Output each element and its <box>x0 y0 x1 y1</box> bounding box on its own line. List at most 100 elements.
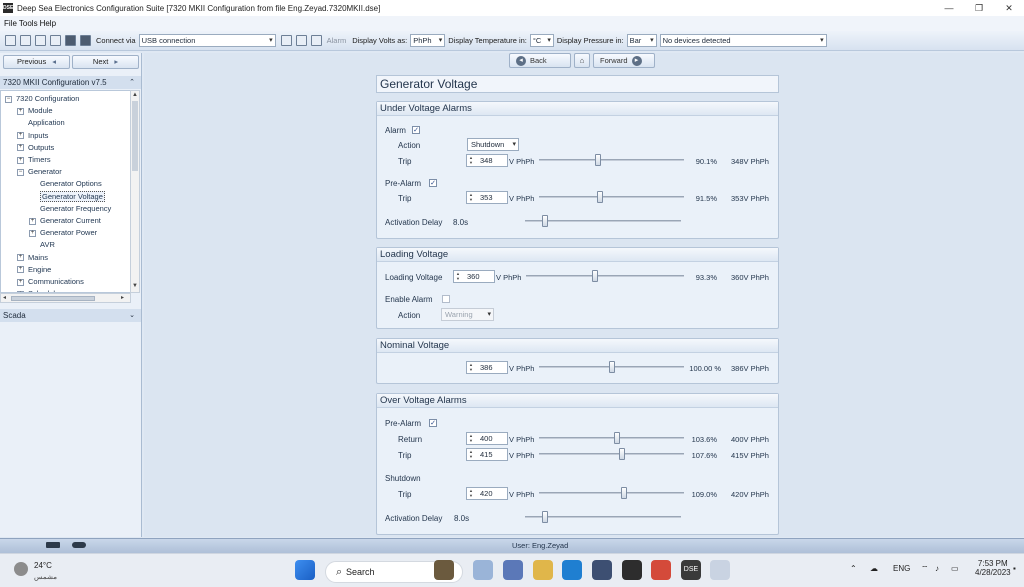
windows-start-icon[interactable] <box>295 560 315 580</box>
ov-return-slider[interactable] <box>539 432 684 444</box>
lv-slider[interactable] <box>526 270 684 282</box>
usb-device-icon[interactable] <box>710 560 730 580</box>
tree-item[interactable]: + Module <box>17 105 53 117</box>
lv-spinner[interactable]: ▲ ▼ 360 <box>453 270 495 283</box>
lv-action-select[interactable]: Warning <box>441 308 494 321</box>
expand-icon[interactable]: + <box>17 144 24 152</box>
system-clock[interactable]: 7:53 PM 4/28/2023 <box>975 559 1011 577</box>
tree-item[interactable]: + Outputs <box>17 142 54 154</box>
ov-sd-trip-knob[interactable] <box>621 487 627 499</box>
display-temp-select[interactable]: °C <box>529 34 554 47</box>
expand-icon[interactable]: + <box>17 278 24 286</box>
language-indicator[interactable]: ENG <box>893 564 910 573</box>
ov-trip-slider[interactable] <box>539 448 684 460</box>
tree-item[interactable]: + Inputs <box>17 130 48 142</box>
tree-item[interactable]: −7320 Configuration <box>5 93 79 105</box>
tree-horizontal-scrollbar[interactable]: ◂ ▸ <box>0 293 131 303</box>
ov-sd-trip-spinner[interactable]: ▲ ▼ 420 <box>466 487 508 500</box>
alarm-label[interactable]: Alarm <box>327 36 347 45</box>
tree-item[interactable]: Application <box>28 117 65 129</box>
uv-delay-knob[interactable] <box>542 215 548 227</box>
scroll-right-icon[interactable]: ▸ <box>121 294 124 301</box>
spinner-arrows-icon[interactable]: ▲ ▼ <box>469 192 473 202</box>
dse-taskbar-icon[interactable]: DSE <box>681 560 701 580</box>
scroll-left-icon[interactable]: ◂ <box>3 294 6 301</box>
expand-icon[interactable]: + <box>17 254 24 262</box>
ov-trip-knob[interactable] <box>619 448 626 460</box>
next-button[interactable]: Next ▸ <box>72 55 139 69</box>
ov-prealarm-checkbox[interactable]: ✓ <box>429 419 437 427</box>
expand-icon[interactable]: + <box>17 107 24 115</box>
spinner-arrows-icon[interactable]: ▲ ▼ <box>469 362 473 372</box>
ov-delay-knob[interactable] <box>542 511 548 523</box>
spinner-arrows-icon[interactable]: ▲ ▼ <box>469 155 473 165</box>
document-icon[interactable] <box>295 35 307 46</box>
uv-pre-trip-spinner[interactable]: ▲ ▼ 353 <box>466 191 508 204</box>
forward-button[interactable]: Forward ▸ <box>593 53 655 68</box>
uv-action-select[interactable]: Shutdown <box>467 138 519 151</box>
lv-knob[interactable] <box>591 270 598 282</box>
expand-icon[interactable]: + <box>17 266 24 274</box>
tree-item[interactable]: Generator Options <box>40 178 102 190</box>
connect-icon[interactable] <box>65 35 76 46</box>
menu-tools[interactable]: Tools <box>19 19 38 28</box>
expand-icon[interactable]: + <box>29 229 36 237</box>
menu-help[interactable]: Help <box>40 19 56 28</box>
spinner-arrows-icon[interactable]: ▲ ▼ <box>469 449 473 459</box>
cloud-icon[interactable]: ☁ <box>870 564 878 573</box>
edge-browser-icon[interactable] <box>562 560 582 580</box>
expand-icon[interactable]: + <box>17 132 24 140</box>
file-explorer-icon[interactable] <box>533 560 553 580</box>
alien-app-icon[interactable] <box>622 560 642 580</box>
ov-sd-trip-slider[interactable] <box>539 487 684 499</box>
collapse-icon[interactable]: − <box>17 168 24 176</box>
uv-prealarm-checkbox[interactable]: ✓ <box>429 179 437 187</box>
expand-icon[interactable]: + <box>29 217 36 225</box>
scroll-up-icon[interactable]: ▲ <box>132 92 138 98</box>
print-icon[interactable] <box>50 35 61 46</box>
config-header[interactable]: 7320 MKII Configuration v7.5 ⌃ <box>0 76 141 89</box>
new-file-icon[interactable] <box>5 35 16 46</box>
spinner-arrows-icon[interactable]: ▲ ▼ <box>469 488 473 498</box>
tree-vscroll-thumb[interactable] <box>132 101 138 171</box>
uv-delay-slider[interactable] <box>525 215 681 227</box>
tree-hscroll-thumb[interactable] <box>11 296 95 301</box>
device-select[interactable]: No devices detected <box>659 34 827 47</box>
menu-file[interactable]: File <box>4 19 17 28</box>
uv-trip-spinner[interactable]: ▲ ▼ 348 <box>466 154 508 167</box>
tree-item[interactable]: Generator Frequency <box>40 203 111 215</box>
uv-trip-slider[interactable] <box>539 154 684 166</box>
chevron-up-icon[interactable]: ⌃ <box>850 564 857 573</box>
tree-item[interactable]: − Generator <box>17 166 62 178</box>
ov-return-knob[interactable] <box>613 432 620 444</box>
ov-return-spinner[interactable]: ▲ ▼ 400 <box>466 432 508 445</box>
lv-enable-alarm-checkbox[interactable] <box>442 295 450 303</box>
chat-icon[interactable] <box>503 560 523 580</box>
store-icon[interactable] <box>592 560 612 580</box>
tree-vertical-scrollbar[interactable]: ▲ ▼ <box>130 90 140 293</box>
ov-delay-slider[interactable] <box>525 511 681 523</box>
uv-trip-knob[interactable] <box>594 154 601 166</box>
tree-item[interactable]: + Timers <box>17 154 51 166</box>
back-button[interactable]: ◂ Back <box>509 53 571 68</box>
collapse-icon[interactable]: − <box>5 95 12 103</box>
tree-item[interactable]: + Generator Power <box>29 227 97 239</box>
tree-item[interactable]: + Communications <box>17 276 84 288</box>
wifi-icon[interactable]: ⌔ <box>921 564 929 574</box>
task-view-icon[interactable] <box>473 560 493 580</box>
save-icon[interactable] <box>35 35 46 46</box>
nv-slider[interactable] <box>539 361 684 373</box>
battery-icon[interactable]: ▭ <box>951 564 959 573</box>
open-folder-icon[interactable] <box>20 35 31 46</box>
spinner-arrows-icon[interactable]: ▲ ▼ <box>469 433 473 443</box>
display-volts-select[interactable]: PhPh <box>410 34 446 47</box>
close-button[interactable]: ✕ <box>994 0 1024 16</box>
chrome-icon[interactable] <box>651 560 671 580</box>
nv-spinner[interactable]: ▲ ▼ 386 <box>466 361 508 374</box>
disconnect-icon[interactable] <box>80 35 91 46</box>
tree-item[interactable]: Generator Voltage <box>40 190 105 203</box>
minimize-button[interactable]: — <box>934 0 964 16</box>
expand-icon[interactable]: + <box>17 156 24 164</box>
collapse-up-icon[interactable]: ⌃ <box>129 76 135 89</box>
notification-icon[interactable]: ▪ <box>1013 564 1016 573</box>
